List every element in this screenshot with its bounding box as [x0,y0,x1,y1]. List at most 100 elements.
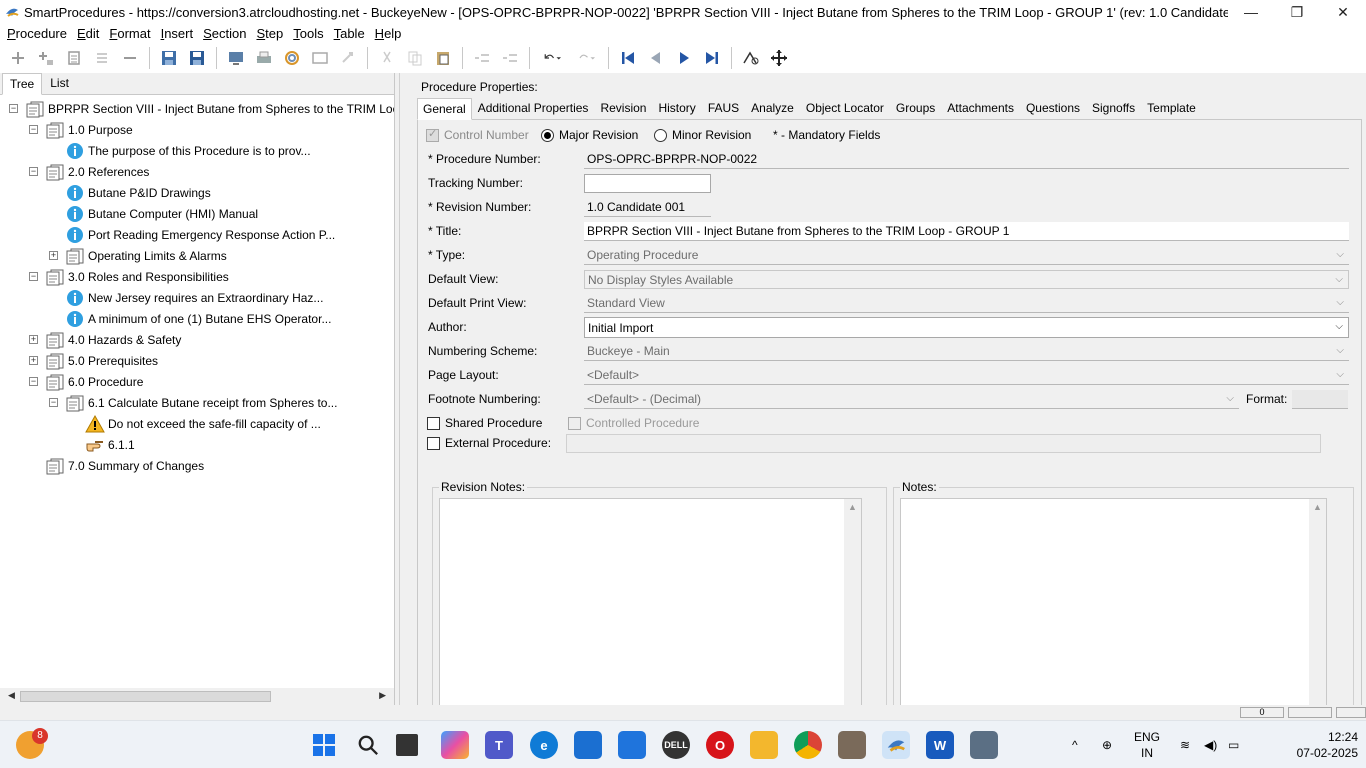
tree-node[interactable]: Butane Computer (HMI) Manual [49,203,258,224]
tree-node[interactable]: Port Reading Emergency Response Action P… [49,224,335,245]
outline-icon[interactable] [62,46,86,70]
vertical-scrollbar[interactable]: ▲ [1309,499,1326,707]
revision-notes-textarea[interactable]: ▲ [439,498,862,708]
search-icon[interactable] [354,731,382,759]
teams-icon[interactable]: T [485,731,513,759]
window-icon[interactable] [308,46,332,70]
tree-node[interactable]: − 6.0 Procedure [29,371,143,392]
expand-icon[interactable]: + [49,251,58,260]
scroll-right-icon[interactable]: ▶ [379,690,386,701]
procedure-number-field[interactable]: OPS-OPRC-BPRPR-NOP-0022 [584,150,1349,169]
battery-icon[interactable]: ▭ [1228,721,1239,768]
restore-button[interactable]: ❐ [1274,0,1320,24]
menu-procedure[interactable]: Procedure [2,26,72,41]
shared-procedure-checkbox[interactable]: Shared Procedure [427,416,542,430]
paste-icon[interactable] [431,46,455,70]
edge-icon[interactable]: e [530,731,558,759]
tree-node[interactable]: − BPRPR Section VIII - Inject Butane from… [9,98,394,119]
major-revision-radio-dot[interactable] [541,128,554,142]
major-revision-radio[interactable]: Major Revision [541,128,638,142]
page-layout-select[interactable]: <Default> ⌵ [584,366,1349,385]
list-disabled-icon[interactable] [90,46,114,70]
add-item-icon[interactable] [6,46,30,70]
clock[interactable]: 12:24 07-02-2025 [1297,729,1358,761]
menu-table[interactable]: Table [329,26,370,41]
copy-icon[interactable] [403,46,427,70]
default-view-select[interactable]: No Display Styles Available ⌵ [584,270,1349,289]
tab-analyze[interactable]: Analyze [745,97,800,119]
tab-questions[interactable]: Questions [1020,97,1086,119]
collapse-icon[interactable]: − [9,104,18,113]
file-explorer-icon[interactable] [750,731,778,759]
repeat-icon[interactable] [336,46,360,70]
vertical-scrollbar[interactable]: ▲ [844,499,861,707]
tree-node[interactable]: 6.1.1 [69,434,135,455]
tree-node[interactable]: A minimum of one (1) Butane EHS Operator… [49,308,331,329]
notes-textarea[interactable]: ▲ [900,498,1327,708]
show-hidden-icons[interactable]: ^ [1072,721,1078,768]
tab-revision[interactable]: Revision [594,97,652,119]
tab-tree[interactable]: Tree [2,73,43,95]
scroll-left-icon[interactable]: ◀ [8,690,15,701]
opera-icon[interactable]: O [706,731,734,759]
shared-procedure-check[interactable] [427,416,440,430]
controlled-procedure-check[interactable] [568,416,581,430]
smartprocedures-taskbar-icon[interactable] [882,731,910,759]
tree-node[interactable]: 7.0 Summary of Changes [29,455,204,476]
external-procedure-field[interactable] [566,434,1321,453]
scroll-up-icon[interactable]: ▲ [848,502,857,512]
task-view-icon[interactable] [396,734,418,756]
save-all-icon[interactable] [157,46,181,70]
collapse-icon[interactable]: − [29,272,38,281]
menu-tools[interactable]: Tools [288,26,328,41]
default-print-view-select[interactable]: Standard View ⌵ [584,294,1349,313]
previous-icon[interactable] [644,46,668,70]
control-number-check[interactable] [426,127,439,142]
tree-node[interactable]: +4.0 Hazards & Safety [29,329,181,350]
tree-node[interactable]: − 2.0 References [29,161,149,182]
tab-list[interactable]: List [42,72,77,94]
menu-edit[interactable]: Edit [72,26,104,41]
dell-icon[interactable]: DELL [662,731,690,759]
tab-template[interactable]: Template [1141,97,1202,119]
next-icon[interactable] [672,46,696,70]
save-icon[interactable] [185,46,209,70]
menu-section[interactable]: Section [198,26,251,41]
expand-icon[interactable]: + [29,356,38,365]
tree-node[interactable]: The purpose of this Procedure is to prov… [49,140,311,161]
tab-groups[interactable]: Groups [890,97,941,119]
control-number-checkbox[interactable]: Control Number [426,127,529,142]
minor-revision-radio-dot[interactable] [654,128,667,142]
horizontal-scrollbar[interactable]: ◀ ▶ [0,688,394,705]
first-icon[interactable] [616,46,640,70]
format-field[interactable] [1292,390,1348,409]
network-status-icon[interactable]: ⊕ [1102,721,1112,768]
controlled-procedure-checkbox[interactable]: Controlled Procedure [568,416,699,430]
tab-signoffs[interactable]: Signoffs [1086,97,1141,119]
footnote-numbering-select[interactable]: <Default> - (Decimal) ⌵ [584,390,1239,409]
tab-object-locator[interactable]: Object Locator [800,97,890,119]
revision-number-field[interactable]: 1.0 Candidate 001 [584,198,711,217]
chrome-icon[interactable] [794,731,822,759]
collapse-icon[interactable]: − [29,377,38,386]
collapse-icon[interactable]: − [49,398,58,407]
close-button[interactable]: ✕ [1320,0,1366,24]
tab-faus[interactable]: FAUS [702,97,745,119]
scroll-up-icon[interactable]: ▲ [1313,502,1322,512]
pane-splitter[interactable] [399,73,407,705]
tree-node[interactable]: Butane P&ID Drawings [49,182,211,203]
language-indicator[interactable]: ENG IN [1134,729,1160,761]
print-icon[interactable] [252,46,276,70]
word-icon[interactable]: W [926,731,954,759]
external-procedure-check[interactable] [427,436,440,450]
type-select[interactable]: Operating Procedure ⌵ [584,246,1349,265]
expand-icon[interactable]: + [29,335,38,344]
tree-node[interactable]: +5.0 Prerequisites [29,350,158,371]
tab-attachments[interactable]: Attachments [941,97,1020,119]
minimize-button[interactable]: — [1228,0,1274,24]
tree-node[interactable]: New Jersey requires an Extraordinary Haz… [49,287,323,308]
indent-icon[interactable] [498,46,522,70]
collapse-icon[interactable]: − [29,167,38,176]
external-procedure-checkbox[interactable]: External Procedure: [427,436,551,450]
minor-revision-radio[interactable]: Minor Revision [654,128,751,142]
